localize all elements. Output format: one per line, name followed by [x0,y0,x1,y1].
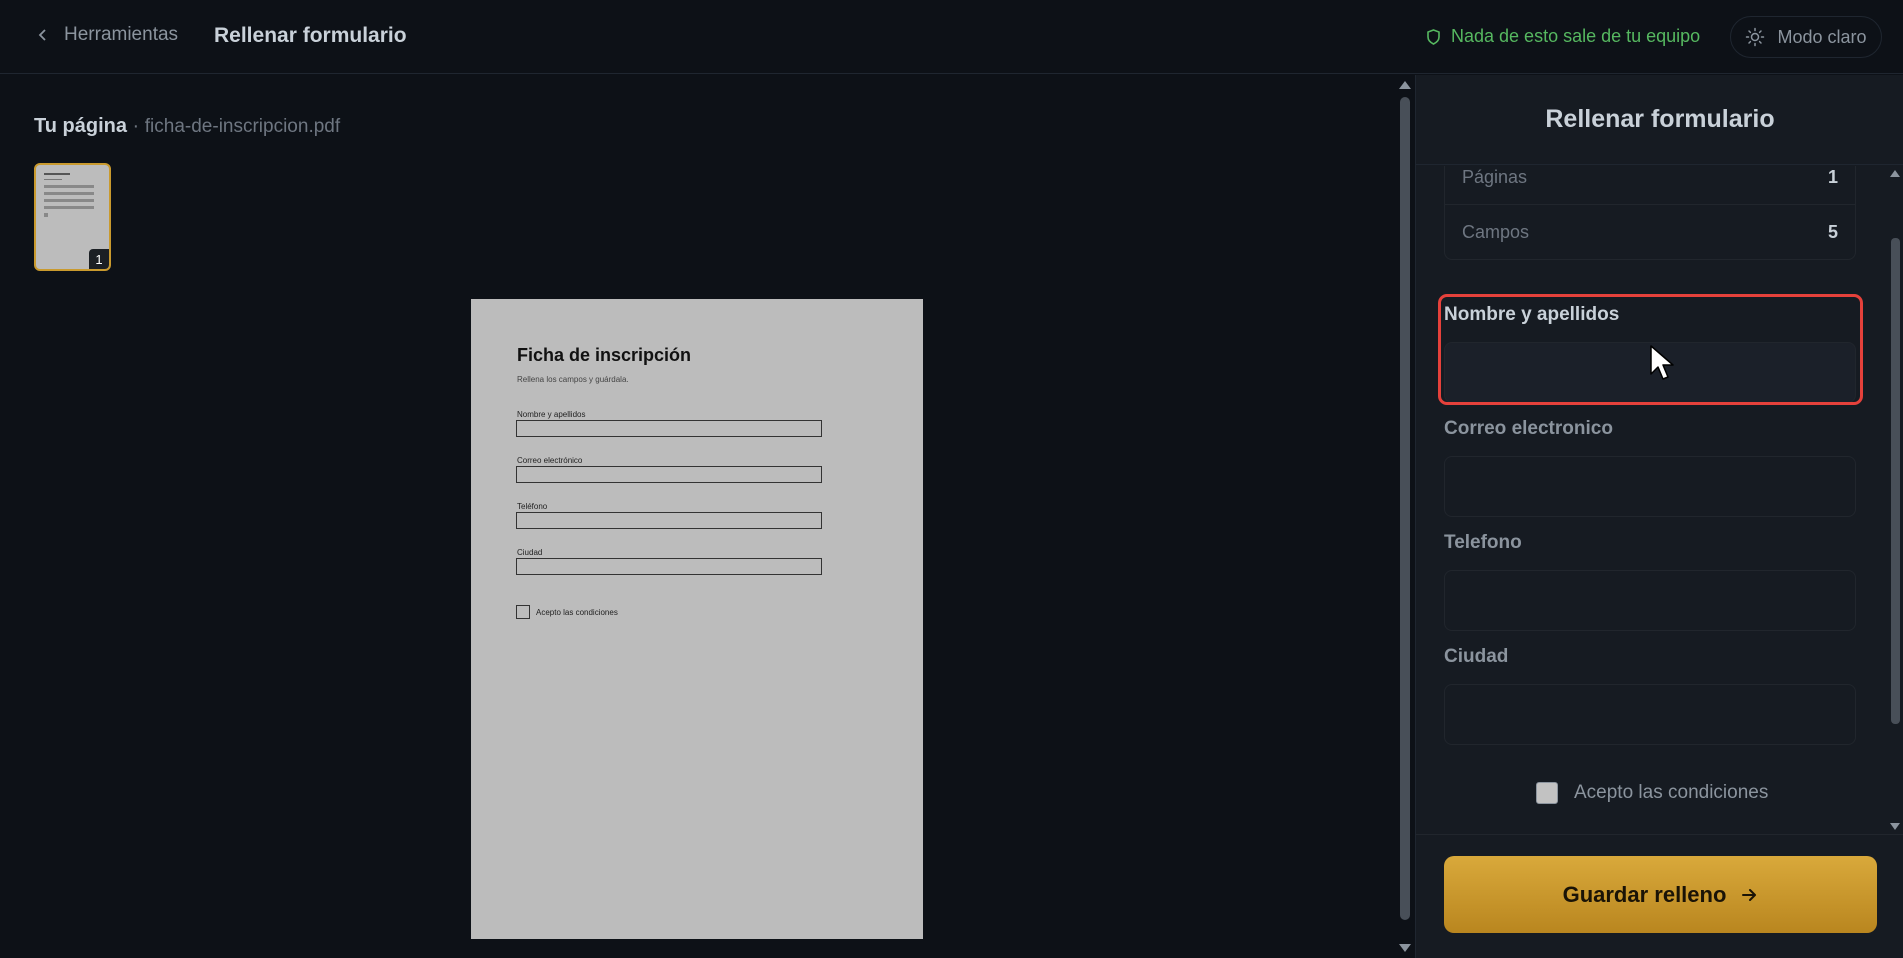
field-label: Ciudad [1444,646,1509,667]
email-input[interactable] [1444,456,1856,517]
file-name: ficha-de-inscripcion.pdf [144,116,341,137]
scroll-down-arrow-icon[interactable] [1890,823,1900,830]
light-mode-toggle[interactable]: Modo claro [1730,16,1882,58]
privacy-note-text: Nada de esto sale de tu equipo [1451,26,1701,46]
phone-input[interactable] [1444,570,1856,631]
accept-terms-label: Acepto las condiciones [1574,782,1769,803]
panel-footer: Guardar relleno [1416,834,1903,958]
document-field-label: Correo electrónico [517,456,583,465]
field-city: Ciudad [1444,646,1856,745]
document-page: Ficha de inscripción Rellena los campos … [471,299,923,939]
preview-heading: Tu página · ficha-de-inscripcion.pdf [34,115,340,138]
document-checkbox-label: Acepto las condiciones [536,608,618,617]
panel-title: Rellenar formulario [1416,75,1903,165]
document-field-box [516,512,822,529]
stat-label: Campos [1462,221,1530,242]
form-panel: Rellenar formulario Páginas 1 Campos 5 N… [1415,75,1903,958]
document-field-label: Nombre y apellidos [517,410,586,419]
stat-value: 5 [1827,221,1838,242]
preview-scrollbar[interactable] [1395,75,1415,958]
document-field-label: Teléfono [517,502,548,511]
field-label: Telefono [1444,532,1522,553]
stat-row-pages: Páginas 1 [1445,166,1855,205]
privacy-note: Nada de esto sale de tu equipo [1426,26,1700,47]
stats-card: Páginas 1 Campos 5 [1444,166,1856,260]
heading-separator: · [132,115,140,137]
stat-value: 1 [1827,167,1838,187]
scrollbar-thumb[interactable] [1891,238,1900,724]
field-label: Nombre y apellidos [1444,304,1620,325]
full-name-input[interactable] [1444,342,1856,403]
field-full-name: Nombre y apellidos [1444,304,1856,403]
save-fill-label: Guardar relleno [1562,881,1727,907]
accept-terms[interactable]: Acepto las condiciones [1536,782,1768,804]
chevron-left-icon [38,29,46,41]
document-field-label: Ciudad [517,548,543,557]
scroll-up-arrow-icon[interactable] [1890,170,1900,177]
scroll-down-arrow-icon[interactable] [1399,944,1411,952]
stat-label: Páginas [1462,167,1528,187]
page-title: Rellenar formulario [214,24,407,47]
stat-row-fields: Campos 5 [1445,205,1855,259]
top-bar: Herramientas Rellenar formulario Nada de… [0,0,1903,74]
field-email: Correo electronico [1444,418,1856,517]
document-field-box [516,420,822,437]
document-checkbox [516,605,530,619]
panel-scrollbar[interactable] [1886,166,1903,834]
back-link[interactable]: Herramientas [36,24,178,46]
document-title: Ficha de inscripción [517,345,692,365]
field-label: Correo electronico [1444,418,1613,439]
save-fill-button[interactable]: Guardar relleno [1444,856,1877,933]
document-subtitle: Rellena los campos y guárdala. [517,375,629,384]
thumbnail-page-number: 1 [89,249,109,269]
sun-icon [1746,27,1765,47]
back-link-label: Herramientas [64,24,179,45]
document-field-box [516,558,822,575]
accept-terms-checkbox[interactable] [1536,782,1558,804]
city-input[interactable] [1444,684,1856,745]
arrow-right-icon [1742,888,1757,901]
preview-heading-title: Tu página [34,115,127,137]
document-field-box [516,466,822,483]
panel-scroll-area: Páginas 1 Campos 5 Nombre y apellidos Co… [1416,166,1884,834]
light-mode-label: Modo claro [1777,26,1867,47]
page-thumbnail[interactable]: 1 [34,163,111,271]
scrollbar-thumb[interactable] [1400,97,1410,920]
scroll-up-arrow-icon[interactable] [1399,81,1411,89]
shield-icon [1427,28,1440,45]
field-phone: Telefono [1444,532,1856,631]
preview-pane: Tu página · ficha-de-inscripcion.pdf 1 F… [0,75,1395,958]
